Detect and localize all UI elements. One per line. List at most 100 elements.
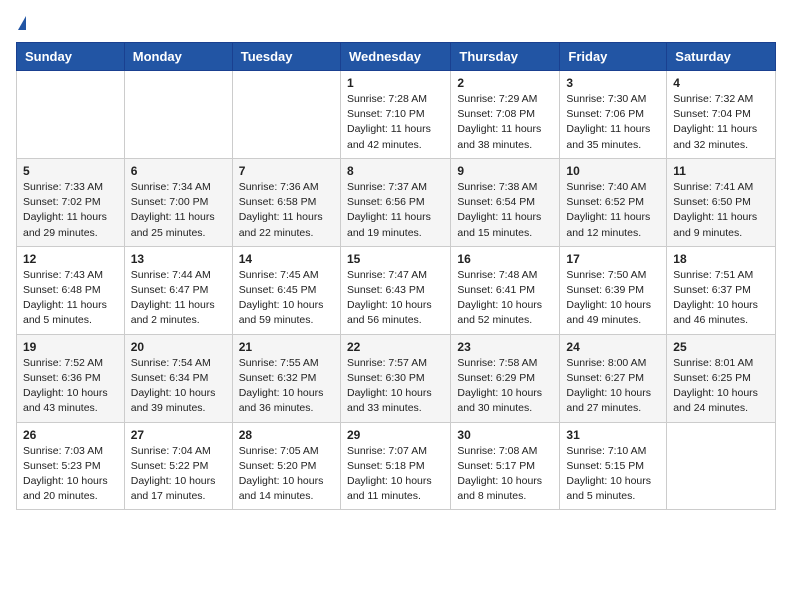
calendar-day-cell: 20Sunrise: 7:54 AM Sunset: 6:34 PM Dayli… bbox=[124, 334, 232, 422]
day-number: 22 bbox=[347, 340, 444, 354]
day-info: Sunrise: 7:55 AM Sunset: 6:32 PM Dayligh… bbox=[239, 356, 334, 417]
calendar-day-cell: 18 Sunrise: 7:51 AM Sunset: 6:37 PM Dayli… bbox=[667, 246, 776, 334]
day-info: Sunrise: 7:38 AM Sunset: 6:54 PM Dayligh… bbox=[457, 180, 553, 241]
day-number: 16 bbox=[457, 252, 553, 266]
day-number: 11 bbox=[673, 164, 769, 178]
calendar-day-cell bbox=[667, 422, 776, 510]
day-info: Sunrise: 7:36 AM Sunset: 6:58 PM Dayligh… bbox=[239, 180, 334, 241]
day-number: 8 bbox=[347, 164, 444, 178]
day-info: Sunrise: 7:40 AM Sunset: 6:52 PM Dayligh… bbox=[566, 180, 660, 241]
day-number: 13 bbox=[131, 252, 226, 266]
day-number: 2 bbox=[457, 76, 553, 90]
calendar-day-header: Saturday bbox=[667, 43, 776, 71]
day-info: Sunrise: 7:07 AM Sunset: 5:18 PM Dayligh… bbox=[347, 444, 444, 505]
calendar-day-cell: 1Sunrise: 7:28 AM Sunset: 7:10 PM Daylig… bbox=[340, 71, 450, 159]
calendar-day-cell: 21 Sunrise: 7:55 AM Sunset: 6:32 PM Dayli… bbox=[232, 334, 340, 422]
day-info: Sunrise: 7:45 AM Sunset: 6:45 PM Dayligh… bbox=[239, 268, 334, 329]
day-info: Sunrise: 7:05 AM Sunset: 5:20 PM Dayligh… bbox=[239, 444, 334, 505]
day-number: 12 bbox=[23, 252, 118, 266]
day-info: Sunrise: 7:57 AM Sunset: 6:30 PM Dayligh… bbox=[347, 356, 444, 417]
day-number: 20 bbox=[131, 340, 226, 354]
calendar-day-cell: 16 Sunrise: 7:48 AM Sunset: 6:41 PM Dayli… bbox=[451, 246, 560, 334]
calendar-day-cell: 23Sunrise: 7:58 AM Sunset: 6:29 PM Dayli… bbox=[451, 334, 560, 422]
day-number: 26 bbox=[23, 428, 118, 442]
calendar-day-cell: 11 Sunrise: 7:41 AM Sunset: 6:50 PM Dayli… bbox=[667, 158, 776, 246]
day-number: 15 bbox=[347, 252, 444, 266]
calendar-day-header: Wednesday bbox=[340, 43, 450, 71]
day-number: 31 bbox=[566, 428, 660, 442]
calendar-table: SundayMondayTuesdayWednesdayThursdayFrid… bbox=[16, 42, 776, 510]
calendar-day-cell: 5 Sunrise: 7:33 AM Sunset: 7:02 PM Daylig… bbox=[17, 158, 125, 246]
day-number: 3 bbox=[566, 76, 660, 90]
calendar-day-cell: 14Sunrise: 7:45 AM Sunset: 6:45 PM Dayli… bbox=[232, 246, 340, 334]
calendar-day-cell: 13Sunrise: 7:44 AM Sunset: 6:47 PM Dayli… bbox=[124, 246, 232, 334]
calendar-week-row: 1Sunrise: 7:28 AM Sunset: 7:10 PM Daylig… bbox=[17, 71, 776, 159]
day-info: Sunrise: 7:30 AM Sunset: 7:06 PM Dayligh… bbox=[566, 92, 660, 153]
calendar-day-cell: 17Sunrise: 7:50 AM Sunset: 6:39 PM Dayli… bbox=[560, 246, 667, 334]
calendar-day-cell: 15 Sunrise: 7:47 AM Sunset: 6:43 PM Dayli… bbox=[340, 246, 450, 334]
day-info: Sunrise: 7:41 AM Sunset: 6:50 PM Dayligh… bbox=[673, 180, 769, 241]
day-number: 27 bbox=[131, 428, 226, 442]
calendar-day-cell: 28 Sunrise: 7:05 AM Sunset: 5:20 PM Dayli… bbox=[232, 422, 340, 510]
calendar-day-cell: 9 Sunrise: 7:38 AM Sunset: 6:54 PM Daylig… bbox=[451, 158, 560, 246]
calendar-day-cell: 2 Sunrise: 7:29 AM Sunset: 7:08 PM Daylig… bbox=[451, 71, 560, 159]
day-info: Sunrise: 7:32 AM Sunset: 7:04 PM Dayligh… bbox=[673, 92, 769, 153]
calendar-day-header: Sunday bbox=[17, 43, 125, 71]
day-info: Sunrise: 7:29 AM Sunset: 7:08 PM Dayligh… bbox=[457, 92, 553, 153]
day-info: Sunrise: 7:34 AM Sunset: 7:00 PM Dayligh… bbox=[131, 180, 226, 241]
day-number: 4 bbox=[673, 76, 769, 90]
logo-icon bbox=[18, 16, 26, 30]
day-number: 7 bbox=[239, 164, 334, 178]
calendar-day-cell bbox=[232, 71, 340, 159]
calendar-day-cell: 19 Sunrise: 7:52 AM Sunset: 6:36 PM Dayli… bbox=[17, 334, 125, 422]
calendar-day-header: Friday bbox=[560, 43, 667, 71]
day-number: 28 bbox=[239, 428, 334, 442]
day-info: Sunrise: 7:47 AM Sunset: 6:43 PM Dayligh… bbox=[347, 268, 444, 329]
day-info: Sunrise: 7:04 AM Sunset: 5:22 PM Dayligh… bbox=[131, 444, 226, 505]
day-info: Sunrise: 7:51 AM Sunset: 6:37 PM Dayligh… bbox=[673, 268, 769, 329]
day-info: Sunrise: 8:00 AM Sunset: 6:27 PM Dayligh… bbox=[566, 356, 660, 417]
calendar-day-cell: 8 Sunrise: 7:37 AM Sunset: 6:56 PM Daylig… bbox=[340, 158, 450, 246]
calendar-day-cell: 25 Sunrise: 8:01 AM Sunset: 6:25 PM Dayli… bbox=[667, 334, 776, 422]
calendar-day-cell: 12Sunrise: 7:43 AM Sunset: 6:48 PM Dayli… bbox=[17, 246, 125, 334]
day-number: 24 bbox=[566, 340, 660, 354]
day-number: 5 bbox=[23, 164, 118, 178]
day-number: 6 bbox=[131, 164, 226, 178]
day-number: 25 bbox=[673, 340, 769, 354]
calendar-week-row: 26 Sunrise: 7:03 AM Sunset: 5:23 PM Dayli… bbox=[17, 422, 776, 510]
calendar-day-cell: 24 Sunrise: 8:00 AM Sunset: 6:27 PM Dayli… bbox=[560, 334, 667, 422]
day-number: 30 bbox=[457, 428, 553, 442]
day-number: 19 bbox=[23, 340, 118, 354]
calendar-day-cell: 27 Sunrise: 7:04 AM Sunset: 5:22 PM Dayli… bbox=[124, 422, 232, 510]
day-info: Sunrise: 7:28 AM Sunset: 7:10 PM Dayligh… bbox=[347, 92, 444, 153]
day-info: Sunrise: 7:58 AM Sunset: 6:29 PM Dayligh… bbox=[457, 356, 553, 417]
day-number: 29 bbox=[347, 428, 444, 442]
day-info: Sunrise: 7:08 AM Sunset: 5:17 PM Dayligh… bbox=[457, 444, 553, 505]
calendar-day-cell: 22 Sunrise: 7:57 AM Sunset: 6:30 PM Dayli… bbox=[340, 334, 450, 422]
calendar-week-row: 5 Sunrise: 7:33 AM Sunset: 7:02 PM Daylig… bbox=[17, 158, 776, 246]
calendar-day-cell: 4 Sunrise: 7:32 AM Sunset: 7:04 PM Daylig… bbox=[667, 71, 776, 159]
day-number: 21 bbox=[239, 340, 334, 354]
day-number: 9 bbox=[457, 164, 553, 178]
calendar-day-cell: 29 Sunrise: 7:07 AM Sunset: 5:18 PM Dayli… bbox=[340, 422, 450, 510]
calendar-week-row: 12Sunrise: 7:43 AM Sunset: 6:48 PM Dayli… bbox=[17, 246, 776, 334]
day-info: Sunrise: 7:10 AM Sunset: 5:15 PM Dayligh… bbox=[566, 444, 660, 505]
logo bbox=[16, 16, 26, 30]
day-info: Sunrise: 7:37 AM Sunset: 6:56 PM Dayligh… bbox=[347, 180, 444, 241]
calendar-day-cell bbox=[17, 71, 125, 159]
day-info: Sunrise: 7:03 AM Sunset: 5:23 PM Dayligh… bbox=[23, 444, 118, 505]
day-number: 17 bbox=[566, 252, 660, 266]
day-info: Sunrise: 7:52 AM Sunset: 6:36 PM Dayligh… bbox=[23, 356, 118, 417]
calendar-day-cell: 31 Sunrise: 7:10 AM Sunset: 5:15 PM Dayli… bbox=[560, 422, 667, 510]
day-info: Sunrise: 7:48 AM Sunset: 6:41 PM Dayligh… bbox=[457, 268, 553, 329]
day-number: 18 bbox=[673, 252, 769, 266]
calendar-day-cell: 3 Sunrise: 7:30 AM Sunset: 7:06 PM Daylig… bbox=[560, 71, 667, 159]
calendar-header-row: SundayMondayTuesdayWednesdayThursdayFrid… bbox=[17, 43, 776, 71]
day-info: Sunrise: 8:01 AM Sunset: 6:25 PM Dayligh… bbox=[673, 356, 769, 417]
calendar-week-row: 19 Sunrise: 7:52 AM Sunset: 6:36 PM Dayli… bbox=[17, 334, 776, 422]
page-header bbox=[16, 16, 776, 30]
day-info: Sunrise: 7:33 AM Sunset: 7:02 PM Dayligh… bbox=[23, 180, 118, 241]
calendar-day-cell: 7 Sunrise: 7:36 AM Sunset: 6:58 PM Daylig… bbox=[232, 158, 340, 246]
calendar-day-cell bbox=[124, 71, 232, 159]
day-number: 10 bbox=[566, 164, 660, 178]
